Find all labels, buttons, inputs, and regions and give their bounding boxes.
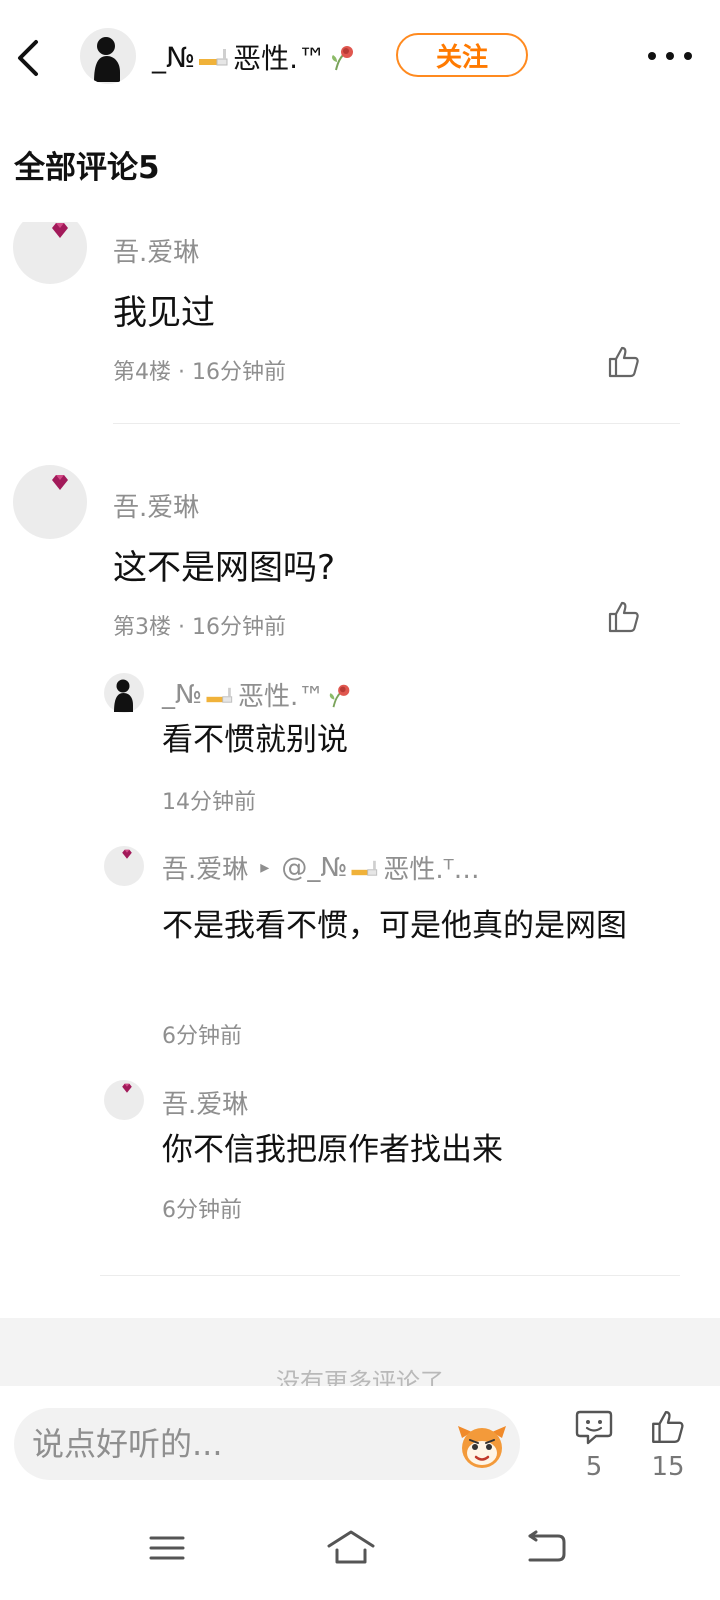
nav-back-button[interactable] [522,1528,570,1568]
rose-icon [332,46,354,71]
reply-time: 6分钟前 [162,1198,242,1223]
reply-username-text: 吾.爱琳 [162,1090,249,1120]
silhouette-icon [114,679,133,712]
cigarette-icon [206,687,233,703]
emoji-button[interactable] [456,1420,508,1470]
comment-divider [100,1275,680,1276]
comment-list[interactable]: 吾.爱琳 我见过 第4楼 · 16分钟前 吾.爱琳 这不是网图吗? 第3楼 · … [0,222,720,1386]
home-icon [327,1530,375,1564]
comment-text: 这不是网图吗? [113,548,336,588]
comment-divider [113,423,680,424]
nav-back-icon [528,1530,566,1562]
reply-text: 看不惯就别说 [162,722,348,758]
reply-time: 6分钟前 [162,1024,242,1049]
reply-username[interactable]: _№ 恶性.™ [162,676,354,713]
more-button[interactable] [644,36,696,76]
author-name-prefix: _№ [152,40,196,74]
comment-icon [575,1410,613,1445]
comments-stat[interactable]: 5 [574,1408,614,1482]
more-icon [648,52,692,60]
back-button[interactable] [12,36,48,80]
thumbs-up-icon [652,1411,684,1443]
reply-text: 不是我看不惯，可是他真的是网图 [162,908,627,944]
gem-icon [52,475,68,490]
gem-icon [122,849,132,859]
reply-username-suffix: 恶性.™ [238,682,325,712]
page: _№ 恶性.™ 关注 全部评论5 吾.爱琳 我见过 第4楼 · 16分钟前 吾.… [0,0,720,1600]
cigarette-icon [199,49,228,66]
likes-count: 15 [651,1452,685,1482]
reply-arrow-icon: ▸ [260,857,270,878]
reply-target-prefix[interactable]: @_№ [281,853,347,883]
reply-target-suffix[interactable]: 恶性.ᵀ… [383,849,479,886]
silhouette-icon [94,37,120,82]
top-bar: _№ 恶性.™ 关注 [0,0,720,118]
commenter-name[interactable]: 吾.爱琳 [113,487,199,524]
reply-username[interactable]: 吾.爱琳 [162,1084,248,1121]
author-name[interactable]: _№ 恶性.™ [152,37,358,77]
system-nav-bar [0,1494,720,1600]
section-title: 全部评论5 [14,150,160,186]
comment-input-bar: 5 15 [0,1386,720,1494]
reply-username-text: 吾.爱琳 [162,855,249,885]
likes-stat[interactable]: 15 [648,1408,688,1482]
cigarette-icon [351,860,378,876]
menu-icon [149,1536,185,1560]
comment-meta: 第3楼 · 16分钟前 [113,615,286,640]
rose-icon [330,684,350,707]
reply-username-prefix: _№ [162,679,203,710]
follow-button[interactable]: 关注 [396,33,528,77]
comment-like-button[interactable] [606,599,642,635]
comment-text: 我见过 [113,293,215,333]
comments-count: 5 [585,1452,603,1482]
commenter-name[interactable]: 吾.爱琳 [113,232,199,269]
nav-home-button[interactable] [325,1528,377,1568]
comment-meta: 第4楼 · 16分钟前 [113,360,286,385]
reply-text: 你不信我把原作者找出来 [162,1132,503,1168]
no-more-comments-text: 没有更多评论了 [276,1368,444,1386]
gem-icon [122,1083,132,1093]
reply-time: 14分钟前 [162,790,256,815]
thumbs-up-icon [608,346,639,378]
reply-username[interactable]: 吾.爱琳 ▸ @_№ 恶性.ᵀ… [162,849,480,886]
author-avatar[interactable] [80,28,136,84]
author-name-suffix: 恶性.™ [233,42,327,75]
comment-input[interactable] [14,1408,520,1480]
comment-like-button[interactable] [606,344,642,380]
nav-menu-button[interactable] [143,1528,191,1568]
emoji-face-icon [458,1426,506,1468]
chevron-left-icon [18,40,38,76]
thumbs-up-icon [608,601,639,633]
reply-avatar[interactable] [104,673,144,713]
gem-icon [52,223,68,238]
